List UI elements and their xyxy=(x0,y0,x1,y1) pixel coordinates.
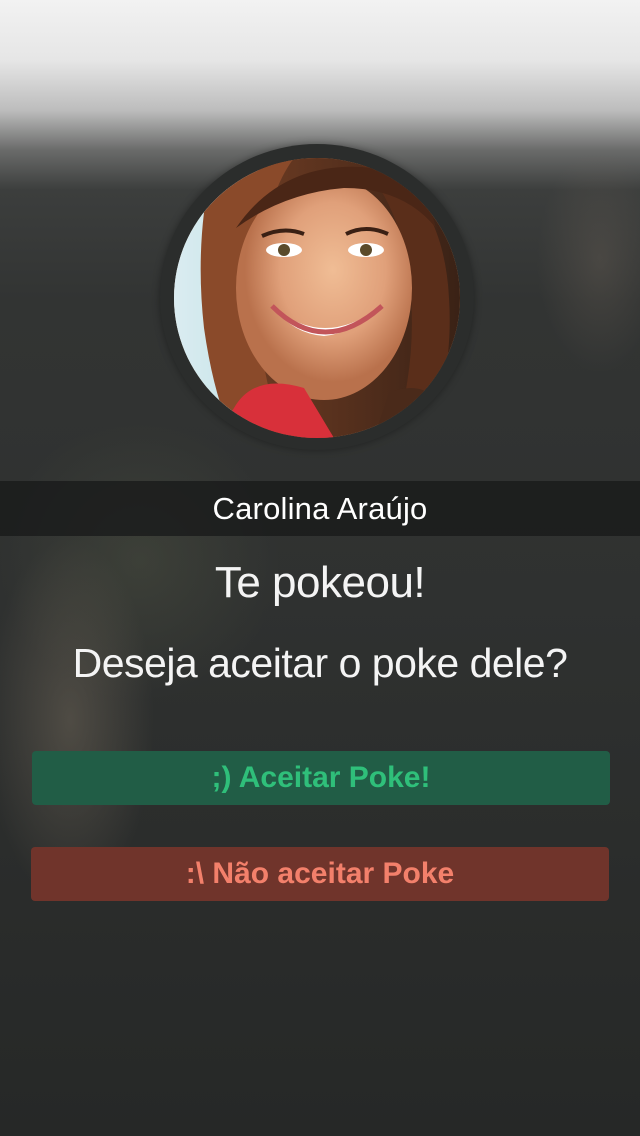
avatar-photo xyxy=(174,158,460,438)
reject-poke-button[interactable]: :\ Não aceitar Poke xyxy=(31,847,609,901)
avatar xyxy=(174,158,460,438)
profile-name: Carolina Araújo xyxy=(212,490,428,526)
name-bar: Carolina Araújo xyxy=(0,481,640,536)
poke-headline: Te pokeou! xyxy=(214,558,426,607)
accept-poke-button[interactable]: ;) Aceitar Poke! xyxy=(32,751,610,805)
reject-poke-label: :\ Não aceitar Poke xyxy=(185,857,455,890)
accept-poke-label: ;) Aceitar Poke! xyxy=(211,761,431,794)
poke-question: Deseja aceitar o poke dele? xyxy=(72,640,568,686)
poke-screen: Carolina Araújo Te pokeou! Deseja aceita… xyxy=(0,0,640,1136)
